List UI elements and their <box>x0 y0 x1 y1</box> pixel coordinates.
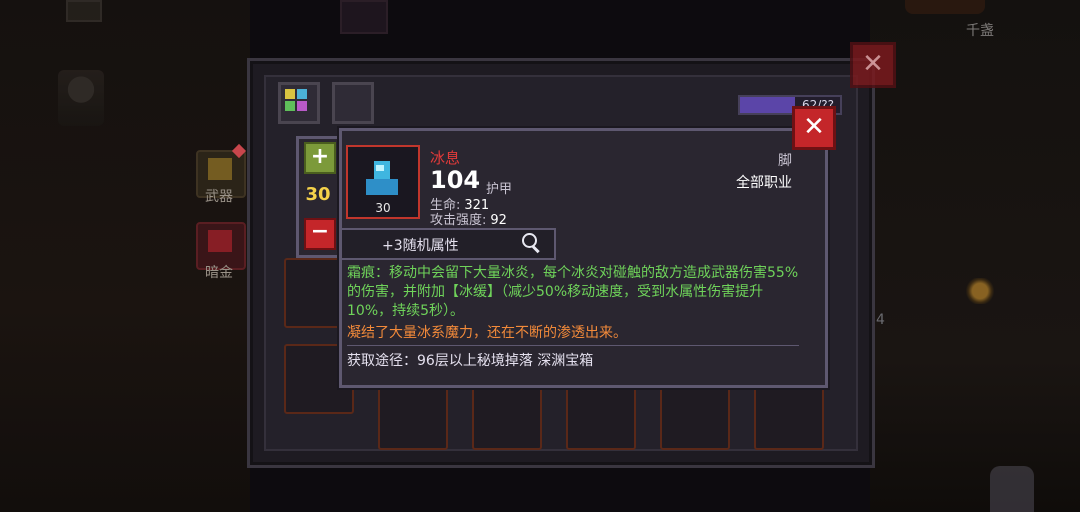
item-icon-frame: 30 <box>346 145 420 219</box>
source-text: 获取途径：96层以上秘境掉落 深渊宝箱 <box>347 353 594 369</box>
inventory-slot[interactable] <box>754 380 824 450</box>
inventory-slot[interactable] <box>566 380 636 450</box>
dark-gold-tab-label: 暗金 <box>205 265 233 281</box>
inventory-slot[interactable] <box>660 380 730 450</box>
top-right-banner <box>905 0 985 14</box>
sword-box-icon <box>208 158 232 180</box>
divider <box>347 345 799 346</box>
inventory-close-button[interactable]: ✕ <box>850 42 896 88</box>
stat-label: 攻击强度: <box>430 213 487 228</box>
armor-icon[interactable] <box>332 82 374 124</box>
weapon-tab-label: 武器 <box>205 189 233 205</box>
item-level: 30 <box>375 201 391 215</box>
magnifier-icon[interactable] <box>522 233 542 254</box>
npc-character <box>990 466 1034 512</box>
ice-boot-icon <box>366 161 398 197</box>
level-decrease-button[interactable]: − <box>304 218 336 250</box>
level-increase-button[interactable]: + <box>304 142 336 174</box>
portrait-icon <box>340 0 388 34</box>
inventory-slot[interactable] <box>472 380 542 450</box>
flavor-text: 凝结了大量冰系魔力，还在不断的渗透出来。 <box>347 325 627 341</box>
stat-value: 92 <box>490 213 507 228</box>
effect-description: 霜痕：移动中会留下大量冰炎，每个冰炎对碰触的敌方造成武器伤害55%的伤害，并附加… <box>347 265 799 319</box>
slot-type: 脚 <box>778 153 792 169</box>
item-name: 冰息 <box>430 149 461 167</box>
random-attributes-label: +3随机属性 <box>382 238 459 254</box>
banner-icon <box>66 0 102 22</box>
stat-attack: 攻击强度: 92 <box>430 209 507 228</box>
random-attributes-row[interactable]: +3随机属性 <box>340 228 556 260</box>
armor-label: 护甲 <box>486 182 513 197</box>
scene-right <box>870 0 1080 512</box>
player-character <box>58 70 104 126</box>
armor-value: 104 <box>430 166 481 194</box>
upgrade-level: 30 <box>305 184 331 205</box>
right-number: 4 <box>876 312 885 328</box>
capacity-fill <box>740 97 795 113</box>
top-right-label: 千盏 <box>966 23 994 39</box>
class-requirement: 全部职业 <box>736 175 792 191</box>
palette-icon[interactable] <box>278 82 320 124</box>
lamp-icon <box>966 278 994 304</box>
inventory-slot[interactable] <box>378 380 448 450</box>
tooltip-close-button[interactable]: ✕ <box>792 106 836 150</box>
red-chest-icon <box>208 230 232 252</box>
